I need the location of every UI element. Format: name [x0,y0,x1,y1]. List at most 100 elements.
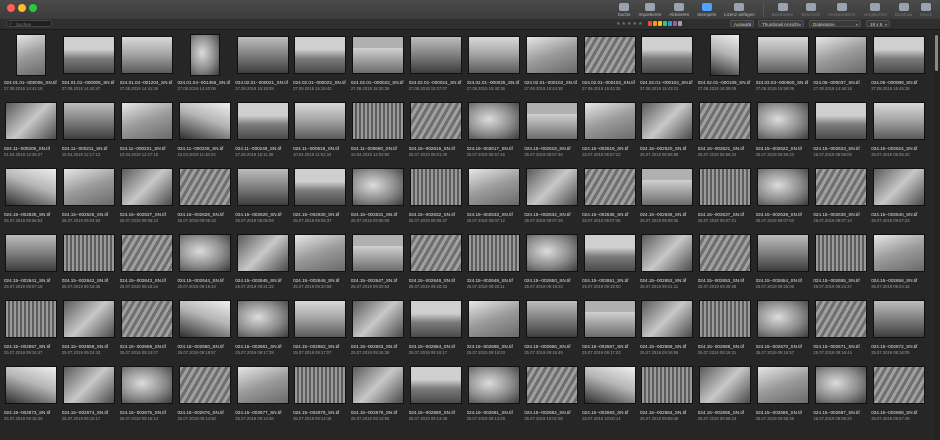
thumbnail-image[interactable] [756,36,809,74]
thumbnail-item[interactable]: 024.15--002660_SN.tif 25.07.2019 09:18:57 [177,297,232,363]
toolbar-edit-button[interactable]: Bearbeiten [772,2,793,17]
thumbnail-image[interactable] [410,300,463,338]
rating-filter[interactable]: ★ ★ ★ ★ ★ [616,21,643,27]
thumbnail-item[interactable]: 024.15--002621_SN.tif 25.07.2019 06:56:34 [698,99,753,165]
thumbnail-item[interactable]: 024.15--002686_SN.tif 25.07.2019 09:58:48 [756,363,811,429]
thumbnail-item[interactable]: 024.15--002676_SN.tif 25.07.2019 09:14:50 [177,363,232,429]
thumbnail-item[interactable]: 024.15--002643_SN.tif 25.07.2019 06:16:24 [120,231,175,297]
toolbar-export-button[interactable]: Herausstellen [828,2,855,17]
thumbnail-image[interactable] [641,300,694,338]
thumbnail-image[interactable] [814,102,867,140]
close-window-button[interactable] [7,4,15,12]
thumbnail-item[interactable]: 024.15--002664_SN.tif 25.07.2019 09:16:17 [409,297,464,363]
thumbnail-image[interactable] [583,300,636,338]
thumbnail-item[interactable]: 024.15--002679_SN.tif 25.07.2019 09:13:55 [351,363,406,429]
thumbnail-item[interactable]: 024.15--002648_SN.tif 25.07.2019 09:20:33 [409,231,464,297]
search-input[interactable]: ⌕ Suchen [6,20,52,27]
thumbnail-item[interactable]: 024.15--002683_SN.tif 25.07.2019 10:00:14 [582,363,637,429]
thumbnail-item[interactable]: 024.15--002630_SN.tif 25.07.2019 09:06:37 [293,165,348,231]
toolbar-stamp-button[interactable]: Stempeln [697,2,716,17]
thumbnail-item[interactable]: 024.15--002655_SN.tif 25.07.2019 09:24:37 [813,231,868,297]
thumbnail-image[interactable] [583,168,636,206]
thumbnail-image[interactable] [294,234,347,272]
thumbnail-item[interactable]: 024.15--002668_SN.tif 25.07.2019 09:16:56 [640,297,695,363]
thumbnail-image[interactable] [236,168,289,206]
thumbnail-image[interactable] [814,36,867,74]
thumbnail-image[interactable] [121,234,174,272]
thumbnail-image[interactable] [121,36,174,74]
zoom-window-button[interactable] [29,4,37,12]
thumbnail-image[interactable] [699,234,752,272]
thumbnail-item[interactable]: 024.15--002674_SN.tif 25.07.2019 09:15:17 [62,363,117,429]
thumbnail-item[interactable]: 024.15--002637_SN.tif 25.07.2019 09:07:21 [698,165,753,231]
thumbnail-image[interactable] [583,36,636,74]
thumbnail-item[interactable]: 024.02.01--000021_SN.tif 27.08.2019 15:18… [235,33,290,99]
thumbnail-item[interactable]: 024.15--002673_SN.tif 25.07.2019 09:15:39 [4,363,59,429]
thumbnail-item[interactable]: 024.15--002628_SN.tif 25.07.2019 09:05:33 [177,165,232,231]
color-label-swatch[interactable] [658,21,662,26]
thumbnail-image[interactable] [121,366,174,404]
thumbnail-image[interactable] [641,36,694,74]
thumbnail-item[interactable]: 024.15--002654_SN.tif 25.07.2019 09:25:06 [756,231,811,297]
thumbnail-image[interactable] [410,102,463,140]
thumbnail-image[interactable] [814,168,867,206]
thumbnail-image[interactable] [872,168,925,206]
thumbnail-item[interactable]: 024.15--002678_SN.tif 25.07.2019 09:14:18 [293,363,348,429]
color-label-swatch[interactable] [648,21,652,26]
thumbnail-image[interactable] [583,102,636,140]
thumbnail-item[interactable]: 024.15--002650_SN.tif 25.07.2019 09:19:23 [524,231,579,297]
thumbnail-image[interactable] [872,102,925,140]
thumbnail-item[interactable]: 024.15--002623_SN.tif 25.07.2019 06:56:05 [813,99,868,165]
thumbnail-item[interactable]: 024.15--002677_SN.tif 25.07.2019 09:14:36 [235,363,290,429]
thumbnail-item[interactable]: 024.11--000660_SN.tif 10.04.2019 12:03:50 [351,99,406,165]
thumbnail-image[interactable] [756,168,809,206]
thumbnail-image[interactable] [294,168,347,206]
thumbnail-item[interactable]: 024.15--002631_SN.tif 25.07.2019 09:06:09 [351,165,406,231]
toolbar-slideshow-button[interactable]: Diashow [895,2,912,17]
thumbnail-item[interactable]: 024.15--002665_SN.tif 25.07.2019 09:16:03 [467,297,522,363]
thumbnail-size-dropdown[interactable]: 18 x 6 ▾ [866,20,890,27]
thumbnail-item[interactable]: 024.15--002667_SN.tif 25.07.2019 09:17:03 [582,297,637,363]
thumbnail-item[interactable]: 024.05--000037_SN.tif 27.08.2019 14:46:18 [813,33,868,99]
thumbnail-item[interactable]: 024.15--002651_SN.tif 25.07.2019 09:18:00 [582,231,637,297]
thumbnail-image[interactable] [236,36,289,74]
thumbnail-item[interactable]: 024.01.04--001204_SN.tif 27.08.2019 14:41… [120,33,175,99]
thumbnail-item[interactable]: 024.15--002636_SN.tif 25.07.2019 09:08:05 [640,165,695,231]
color-label-swatch[interactable] [663,21,667,26]
thumbnail-image[interactable] [872,366,925,404]
thumbnail-item[interactable]: 024.15--002620_SN.tif 25.07.2019 06:56:58 [640,99,695,165]
thumbnail-item[interactable]: 024.15--002680_SN.tif 25.07.2019 09:13:49 [409,363,464,429]
thumbnail-image[interactable] [352,102,405,140]
thumbnail-item[interactable]: 024.15--002644_SN.tif 25.07.2019 09:16:44 [177,231,232,297]
thumbnail-item[interactable]: 024.11--000221_SN.tif 10.04.2019 12:17:15 [120,99,175,165]
toolbar-search-button[interactable]: Suche [618,2,631,17]
thumbnail-item[interactable]: 024.11--000209_SN.tif 01.04.2019 12:35:27 [4,99,59,165]
thumbnail-image[interactable] [63,102,116,140]
thumbnail-image[interactable] [236,234,289,272]
thumbnail-item[interactable]: 024.15--002624_SN.tif 25.07.2019 06:55:40 [871,99,926,165]
scrollbar-thumb[interactable] [935,35,938,71]
thumbnail-image[interactable] [467,234,520,272]
thumbnail-item[interactable]: 024.15--002659_SN.tif 25.07.2019 09:24:07 [120,297,175,363]
thumbnail-item[interactable]: 024.15--002618_SN.tif 25.07.2019 06:57:34 [524,99,579,165]
thumbnail-item[interactable]: 024.15--002629_SN.tif 25.07.2019 09:05:59 [235,165,290,231]
thumbnail-item[interactable]: 024.01.01--000006_SN.tif 27.08.2019 14:42… [62,33,117,99]
toolbar-crop-button[interactable]: Beschnitt [801,2,820,17]
thumbnail-image[interactable] [756,102,809,140]
thumbnail-image[interactable] [814,300,867,338]
thumbnail-item[interactable]: 024.15--002675_SN.tif 25.07.2019 09:15:14 [120,363,175,429]
star-icon[interactable]: ★ [627,21,631,27]
thumbnail-item[interactable]: 024.02.01--000023_SN.tif 27.08.2019 15:30… [351,33,406,99]
thumbnail-item[interactable]: 024.15--002688_SN.tif 25.07.2019 09:57:49 [871,363,926,429]
toolbar-license-button[interactable]: Lizenz anfügen [724,2,755,17]
thumbnail-item[interactable]: 024.15--002685_SN.tif 25.07.2019 09:59:23 [698,363,753,429]
thumbnail-image[interactable] [178,102,231,140]
thumbnail-item[interactable]: 024.11--000248_SN.tif 27.08.2019 16:11:38 [235,99,290,165]
thumbnail-image[interactable] [525,168,578,206]
thumbnail-image[interactable] [583,234,636,272]
thumbnail-image[interactable] [178,300,231,338]
thumbnail-image[interactable] [756,234,809,272]
selection-dropdown[interactable]: Auswahl ▾ [730,20,754,27]
thumbnail-image[interactable] [699,102,752,140]
thumbnail-item[interactable]: 024.15--002663_SN.tif 25.07.2019 09:16:38 [351,297,406,363]
